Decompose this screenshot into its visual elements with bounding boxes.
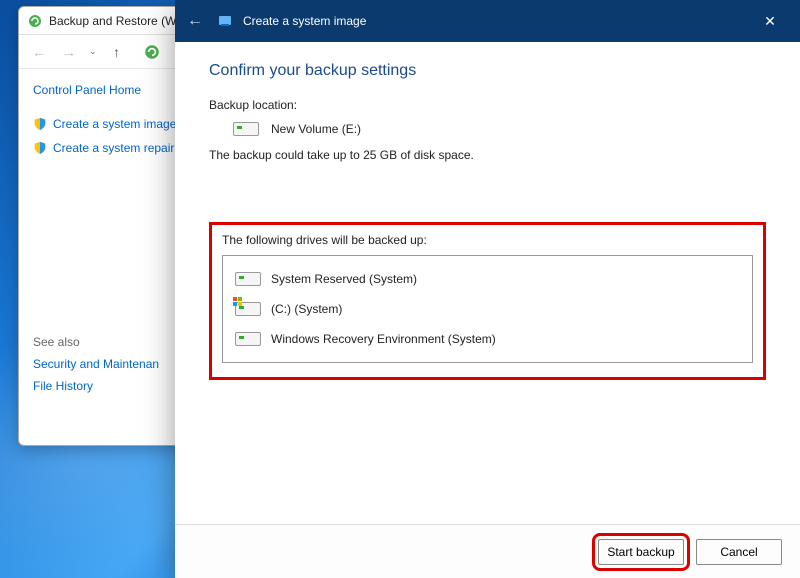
wizard-heading: Confirm your backup settings: [209, 62, 766, 80]
drive-list: System Reserved (System) (C:) (System) W…: [222, 255, 753, 363]
drive-name: (C:) (System): [271, 302, 342, 316]
wizard-title: Create a system image: [243, 14, 366, 28]
system-image-wizard: ← Create a system image ✕ Confirm your b…: [175, 0, 800, 578]
windows-drive-icon: [235, 302, 261, 316]
drive-row: System Reserved (System): [231, 264, 744, 294]
drives-highlight: The following drives will be backed up: …: [209, 222, 766, 380]
nav-back-button[interactable]: ←: [29, 42, 49, 62]
disk-space-warning: The backup could take up to 25 GB of dis…: [209, 148, 766, 162]
drive-icon: [235, 332, 261, 346]
parent-window-title: Backup and Restore (Wi: [49, 14, 179, 28]
backup-location-label: Backup location:: [209, 98, 766, 112]
wizard-footer: Start backup Cancel: [175, 524, 800, 578]
drive-icon: [235, 272, 261, 286]
shield-icon: [33, 141, 47, 155]
start-backup-button[interactable]: Start backup: [598, 539, 684, 565]
nav-forward-button[interactable]: →: [59, 42, 79, 62]
shield-icon: [33, 117, 47, 131]
wizard-title-icon: [217, 13, 233, 29]
nav-up-button[interactable]: ↑: [107, 42, 127, 62]
drive-row: (C:) (System): [231, 294, 744, 324]
backup-restore-icon: [27, 13, 43, 29]
wizard-titlebar: ← Create a system image ✕: [175, 0, 800, 42]
drive-row: Windows Recovery Environment (System): [231, 324, 744, 354]
cancel-button[interactable]: Cancel: [696, 539, 782, 565]
wizard-close-button[interactable]: ✕: [748, 6, 792, 36]
wizard-back-button[interactable]: ←: [183, 9, 207, 33]
backup-location-value: New Volume (E:): [271, 122, 361, 136]
nav-history-dropdown[interactable]: ⌄: [89, 46, 97, 57]
address-bar-icon: [143, 43, 161, 61]
drive-name: System Reserved (System): [271, 272, 417, 286]
backup-location-row: New Volume (E:): [233, 122, 766, 136]
drive-icon: [233, 122, 259, 136]
wizard-body: Confirm your backup settings Backup loca…: [175, 42, 800, 524]
drive-name: Windows Recovery Environment (System): [271, 332, 496, 346]
task-label: Create a system repair d: [53, 141, 184, 155]
task-label: Create a system image: [53, 117, 176, 131]
drives-label: The following drives will be backed up:: [222, 233, 753, 247]
